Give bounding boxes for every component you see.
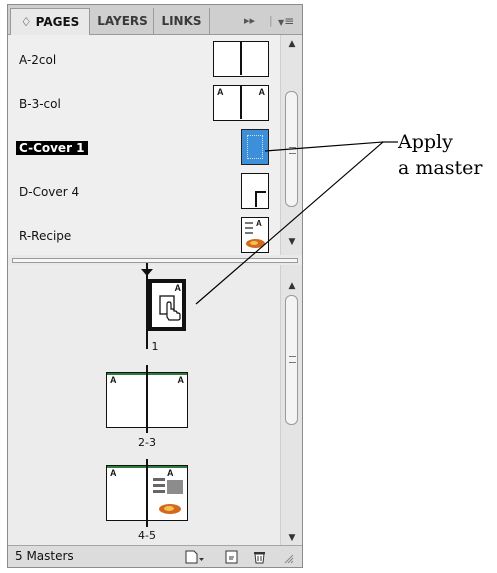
spine-line (146, 459, 148, 527)
tab-links[interactable]: LINKS (154, 8, 210, 34)
trash-icon[interactable] (252, 549, 268, 565)
panel-forward-icon[interactable]: ▸▸ (244, 11, 255, 31)
master-label: R-Recipe (19, 229, 72, 243)
master-thumbnail[interactable]: A A (213, 85, 269, 121)
master-item-a-2col[interactable]: A-2col (8, 39, 280, 83)
spine-line (146, 365, 148, 433)
hand-cursor-icon (159, 295, 181, 321)
pages-list: A 1 A A 2-3 A A 4-5 ▲ ▼ (8, 263, 302, 547)
scroll-up-icon[interactable]: ▲ (281, 279, 303, 293)
master-item-r-recipe[interactable]: R-Recipe A (8, 215, 280, 259)
resize-grip-icon[interactable] (284, 554, 294, 564)
panel-menu-icon[interactable]: ▼≡ (278, 11, 294, 31)
insert-arrow-icon (141, 269, 153, 276)
scroll-down-icon[interactable]: ▼ (281, 235, 303, 249)
grip-icon (289, 147, 296, 154)
callout-line-2: a master (398, 157, 483, 179)
master-prefix: A (177, 375, 185, 385)
masters-count: 5 Masters (15, 549, 74, 563)
master-prefix: A (110, 375, 117, 385)
pages-scrollbar[interactable]: ▲ ▼ (280, 265, 302, 547)
master-item-d-cover-4[interactable]: D-Cover 4 (8, 171, 280, 215)
page-number: 4-5 (138, 529, 156, 542)
section-divider[interactable] (12, 258, 298, 263)
callout-text: Apply a master (398, 129, 482, 181)
master-thumbnail[interactable] (241, 129, 269, 165)
master-label: D-Cover 4 (19, 185, 80, 199)
master-thumbnail[interactable]: A (241, 217, 269, 253)
master-prefix: A (174, 283, 182, 293)
menu-lines-icon: ≡ (284, 14, 295, 28)
new-page-icon[interactable] (224, 549, 240, 565)
masters-list: A-2col B-3-col A A C-Cover 1 D-Cover 4 R… (8, 35, 302, 255)
master-label: A-2col (19, 53, 57, 67)
tab-bar: ♢ PAGES LAYERS LINKS ▸▸ | ▼≡ (8, 5, 302, 35)
page-number: 2-3 (138, 436, 156, 449)
page-number: 1 (151, 340, 159, 353)
tab-layers[interactable]: LAYERS (92, 8, 154, 34)
scrollbar-thumb[interactable] (285, 91, 298, 207)
tab-divider: | (269, 14, 273, 27)
page-size-icon[interactable] (184, 549, 206, 565)
master-label: B-3-col (19, 97, 61, 111)
page-thumbnail[interactable]: A (148, 279, 186, 331)
tab-pages[interactable]: ♢ PAGES (10, 8, 90, 35)
master-prefix: A (217, 87, 224, 97)
grip-icon (289, 356, 296, 363)
scroll-down-icon[interactable]: ▼ (281, 531, 303, 545)
master-prefix: A (256, 219, 262, 228)
master-prefix: A (167, 468, 174, 478)
pages-panel: ♢ PAGES LAYERS LINKS ▸▸ | ▼≡ A-2col B-3-… (7, 4, 303, 568)
masters-scrollbar[interactable]: ▲ ▼ (280, 35, 302, 255)
master-thumbnail[interactable] (241, 173, 269, 209)
master-prefix: A (258, 87, 266, 97)
master-thumbnail[interactable] (213, 41, 269, 77)
status-bar: 5 Masters (8, 545, 302, 567)
master-item-c-cover-1[interactable]: C-Cover 1 (8, 127, 280, 171)
master-item-b-3-col[interactable]: B-3-col A A (8, 83, 280, 127)
master-prefix: A (110, 468, 117, 478)
scrollbar-thumb[interactable] (285, 295, 298, 425)
master-label-selected: C-Cover 1 (16, 141, 88, 155)
scroll-up-icon[interactable]: ▲ (281, 37, 303, 51)
callout-line-1: Apply (398, 131, 453, 153)
